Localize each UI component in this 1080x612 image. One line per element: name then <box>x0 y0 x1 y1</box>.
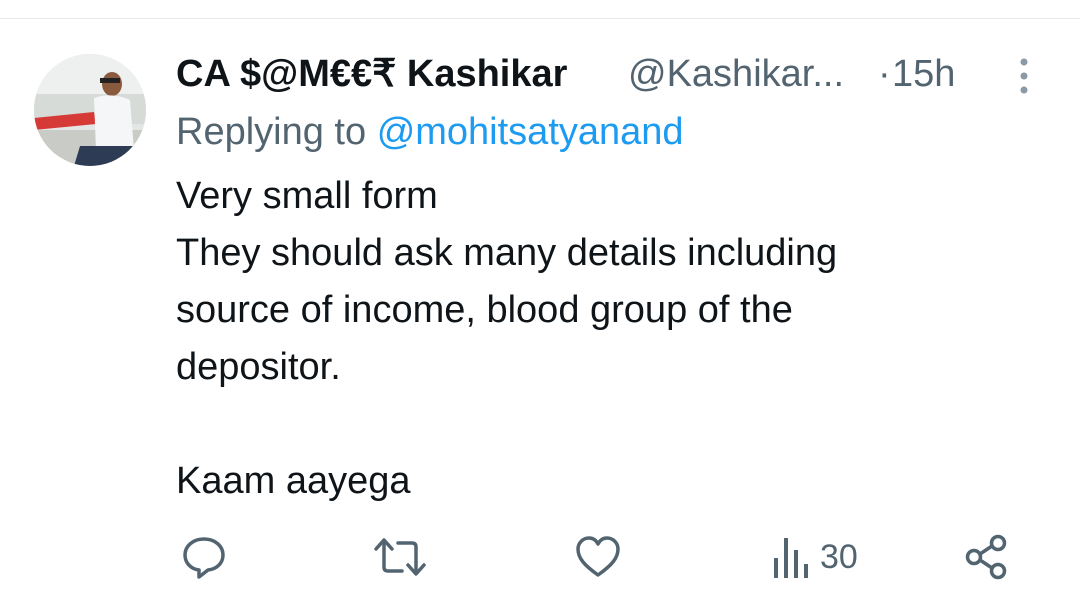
avatar-photo <box>34 54 146 166</box>
retweet-icon <box>374 538 426 576</box>
tweet-line: Very small form <box>176 175 438 217</box>
reply-button[interactable] <box>180 532 228 582</box>
share-button[interactable] <box>964 532 1010 582</box>
tweet-line <box>176 396 837 453</box>
display-name[interactable]: CA $@M€€₹ Kashikar <box>176 52 567 96</box>
replying-to: Replying to @mohitsatyanand <box>176 110 684 154</box>
share-icon <box>965 534 1007 580</box>
top-divider <box>0 18 1080 19</box>
avatar[interactable] <box>34 54 146 166</box>
tweet-text: Very small form They should ask many det… <box>176 168 837 510</box>
like-button[interactable] <box>574 532 622 582</box>
views-icon <box>774 538 808 578</box>
views-count: 30 <box>820 537 858 576</box>
user-handle[interactable]: @Kashikar... <box>628 52 844 96</box>
separator-dot: · <box>878 53 891 95</box>
timestamp[interactable]: 15h <box>892 52 955 96</box>
heart-icon <box>576 536 620 577</box>
reply-icon <box>183 537 225 579</box>
tweet-line: source of income, blood group of the <box>176 289 793 331</box>
more-options-icon[interactable] <box>1010 56 1038 96</box>
tweet-line: Kaam aayega <box>176 460 411 502</box>
mention-link[interactable]: @mohitsatyanand <box>377 111 684 153</box>
tweet-line: depositor. <box>176 346 341 388</box>
retweet-button[interactable] <box>372 532 428 582</box>
tweet-line: They should ask many details including <box>176 232 838 274</box>
replying-prefix: Replying to <box>176 111 367 153</box>
tweet-header: CA $@M€€₹ Kashikar @Kashikar... · 15h <box>176 52 1046 100</box>
views-button[interactable]: 30 <box>770 532 858 582</box>
